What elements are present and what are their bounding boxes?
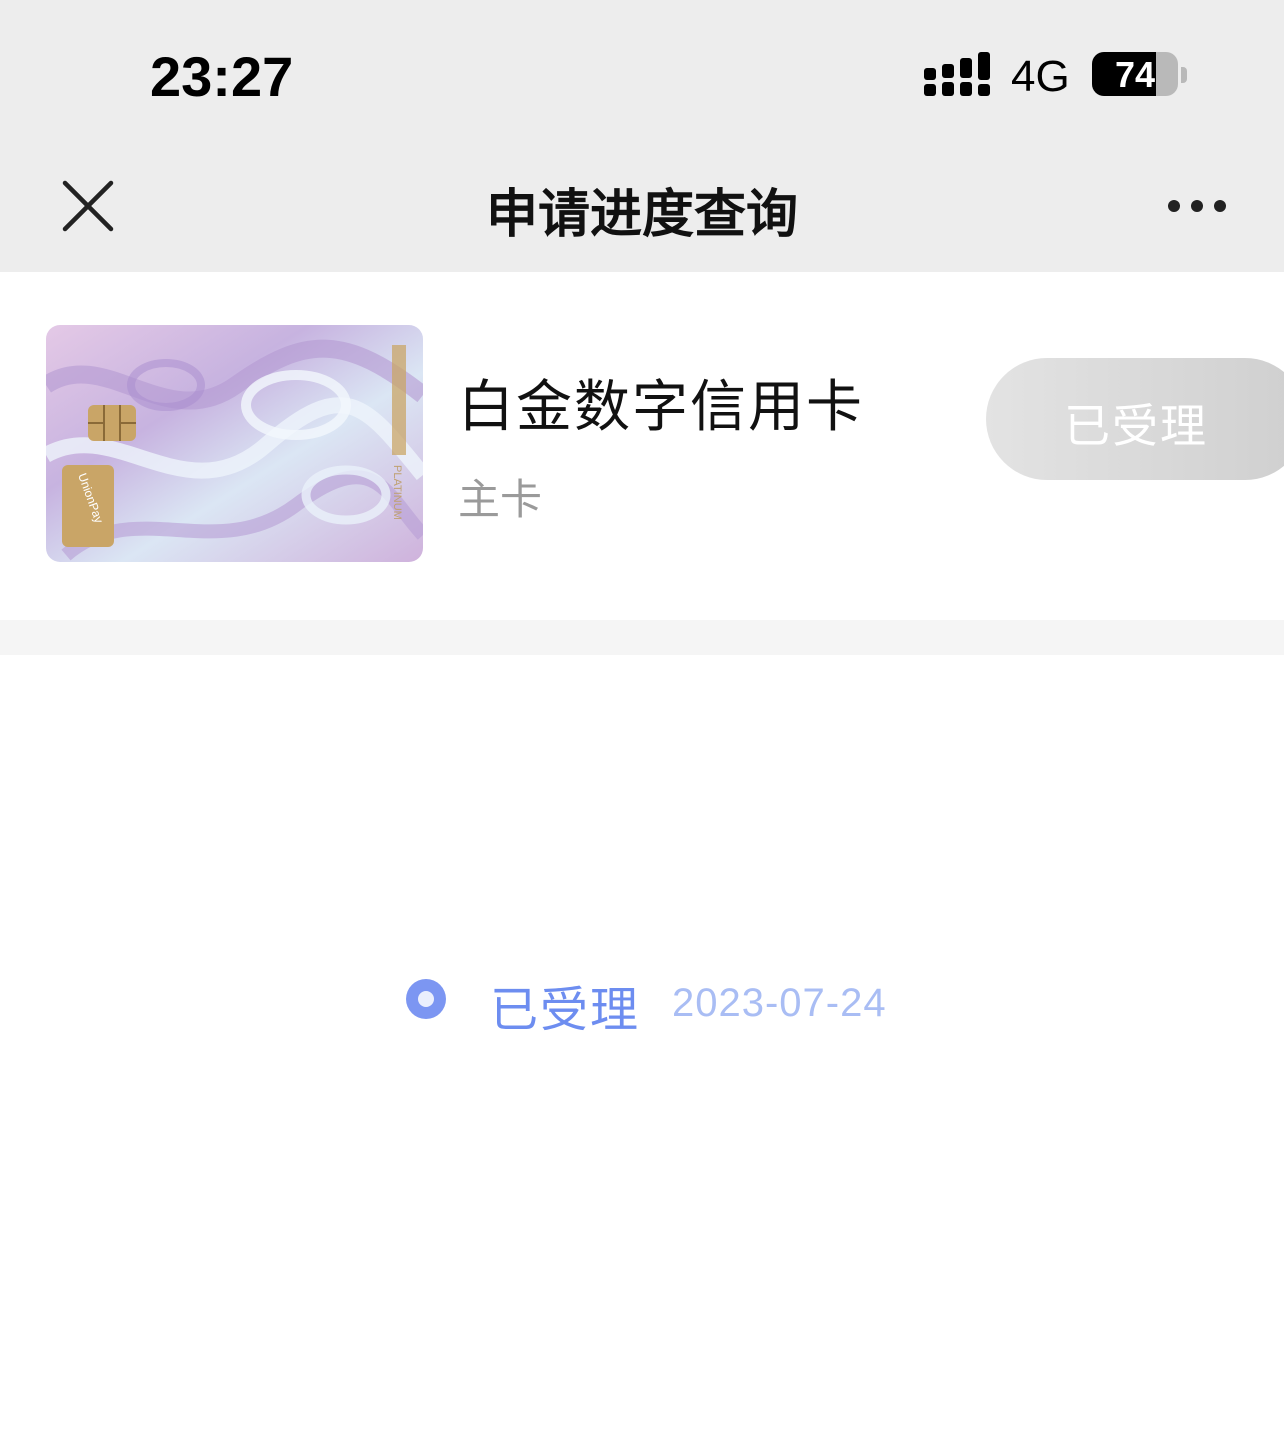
timeline-status-label: 已受理 [490, 982, 641, 1038]
page-title: 申请进度查询 [485, 185, 798, 245]
card-application-item[interactable]: UnionPay PLATINUM 白金数字信用卡 主卡 已受理 [0, 272, 1284, 620]
battery-icon: 74 [1092, 52, 1187, 98]
more-options-icon[interactable] [1164, 196, 1230, 216]
network-type: 4G [1011, 52, 1070, 101]
status-badge-label: 已受理 [1064, 399, 1208, 453]
section-divider [0, 620, 1284, 655]
svg-text:PLATINUM: PLATINUM [391, 465, 403, 520]
status-time: 23:27 [150, 45, 294, 108]
battery-level: 74 [1114, 54, 1156, 95]
status-badge: 已受理 [986, 358, 1284, 480]
card-type: 主卡 [458, 475, 543, 524]
credit-card-image: UnionPay PLATINUM [46, 325, 423, 562]
cellular-signal-icon [924, 52, 990, 96]
top-bar: 23:27 4G 74 申请进度查询 [0, 0, 1284, 272]
timeline-dot-icon [406, 979, 446, 1019]
card-name: 白金数字信用卡 [458, 375, 864, 440]
timeline-date: 2023-07-24 [672, 981, 887, 1025]
